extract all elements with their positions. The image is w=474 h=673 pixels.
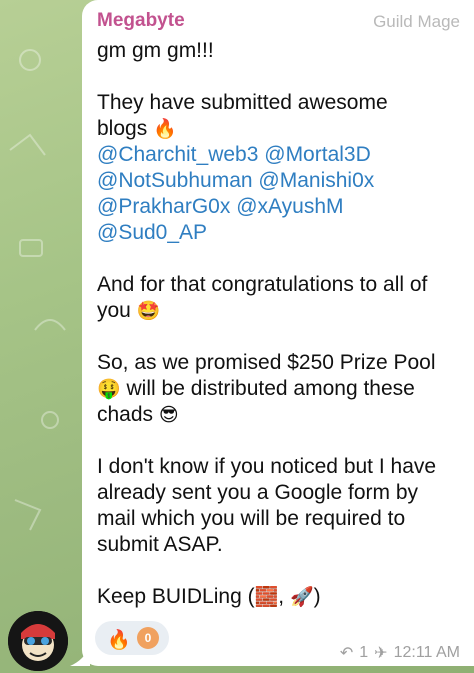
message-line: mail which you will be required to bbox=[97, 507, 406, 530]
sender-name[interactable]: Megabyte bbox=[97, 10, 185, 32]
sunglasses-emoji-icon: 😎 bbox=[158, 404, 179, 426]
mention-link[interactable]: @Sud0_AP bbox=[97, 221, 207, 244]
reply-icon[interactable]: ↶ bbox=[340, 643, 353, 662]
avatar[interactable] bbox=[8, 611, 68, 671]
message-time: 12:11 AM bbox=[393, 643, 460, 661]
message-meta: ↶ 1 ✈ 12:11 AM bbox=[340, 643, 460, 662]
reaction-chip[interactable]: 🔥 0 bbox=[95, 621, 169, 655]
message-line: will be distributed among these bbox=[126, 377, 415, 400]
star-struck-emoji-icon: 🤩 bbox=[136, 300, 161, 322]
rocket-emoji-icon: 🚀 bbox=[289, 586, 314, 608]
mention-link[interactable]: @PrakharG0x bbox=[97, 195, 230, 218]
background-pattern bbox=[9, 49, 66, 531]
message-line: gm gm gm!!! bbox=[97, 39, 214, 62]
message-line: chads bbox=[97, 403, 154, 426]
message-line: submit ASAP. bbox=[97, 533, 223, 556]
message-line: already sent you a Google form by bbox=[97, 481, 419, 504]
fire-icon: 🔥 bbox=[107, 629, 131, 651]
message-line: ) bbox=[313, 585, 321, 608]
fire-emoji-icon: 🔥 bbox=[153, 118, 177, 140]
message-line: And for that congratulations to all of bbox=[97, 273, 428, 296]
sender-role: Guild Mage bbox=[373, 12, 460, 31]
pin-icon: ✈ bbox=[374, 643, 388, 662]
bubble-tail bbox=[70, 646, 90, 666]
message-line: They have submitted awesome bbox=[97, 91, 388, 114]
message-text: gm gm gm!!! They have submitted awesome … bbox=[97, 38, 465, 636]
reaction-count-badge: 0 bbox=[137, 627, 159, 649]
message-line: you bbox=[97, 299, 131, 322]
message-line: Keep BUIDLing ( bbox=[97, 585, 255, 608]
reply-count: 1 bbox=[359, 643, 369, 661]
message-line: So, as we promised $250 Prize Pool bbox=[97, 351, 436, 374]
avatar-image bbox=[8, 611, 68, 671]
mention-link[interactable]: @Charchit_web3 bbox=[97, 143, 258, 166]
message-line: blogs bbox=[97, 117, 148, 140]
mention-link[interactable]: @NotSubhuman bbox=[97, 169, 253, 192]
message-line: , bbox=[278, 585, 285, 608]
money-mouth-emoji-icon: 🤑 bbox=[97, 378, 121, 400]
mention-link[interactable]: @xAyushM bbox=[236, 195, 343, 218]
mention-link[interactable]: @Manishi0x bbox=[258, 169, 374, 192]
bricks-emoji-icon: 🧱 bbox=[254, 586, 279, 608]
message-line: I don't know if you noticed but I have bbox=[97, 455, 437, 478]
mention-link[interactable]: @Mortal3D bbox=[264, 143, 371, 166]
